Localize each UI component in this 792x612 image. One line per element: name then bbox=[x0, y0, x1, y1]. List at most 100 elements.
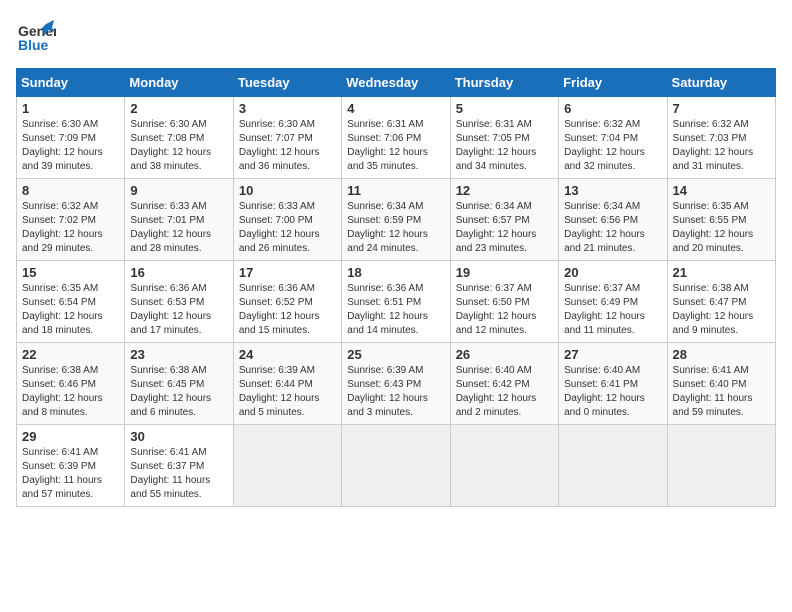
day-info: Sunrise: 6:40 AM Sunset: 6:42 PM Dayligh… bbox=[456, 364, 553, 420]
calendar-cell: 29 Sunrise: 6:41 AM Sunset: 6:39 PM Dayl… bbox=[17, 425, 125, 507]
calendar-cell: 19 Sunrise: 6:37 AM Sunset: 6:50 PM Dayl… bbox=[450, 261, 558, 343]
day-info: Sunrise: 6:40 AM Sunset: 6:41 PM Dayligh… bbox=[564, 364, 661, 420]
day-number: 14 bbox=[673, 183, 770, 198]
day-info: Sunrise: 6:35 AM Sunset: 6:55 PM Dayligh… bbox=[673, 200, 770, 256]
calendar-cell: 14 Sunrise: 6:35 AM Sunset: 6:55 PM Dayl… bbox=[667, 179, 775, 261]
calendar-cell: 24 Sunrise: 6:39 AM Sunset: 6:44 PM Dayl… bbox=[233, 343, 341, 425]
day-number: 21 bbox=[673, 265, 770, 280]
calendar-cell: 11 Sunrise: 6:34 AM Sunset: 6:59 PM Dayl… bbox=[342, 179, 450, 261]
logo-icon: General Blue bbox=[16, 16, 56, 56]
day-number: 2 bbox=[130, 101, 227, 116]
calendar-cell bbox=[667, 425, 775, 507]
logo: General Blue bbox=[16, 16, 56, 56]
day-number: 16 bbox=[130, 265, 227, 280]
day-info: Sunrise: 6:32 AM Sunset: 7:03 PM Dayligh… bbox=[673, 118, 770, 174]
day-info: Sunrise: 6:30 AM Sunset: 7:08 PM Dayligh… bbox=[130, 118, 227, 174]
calendar-header: SundayMondayTuesdayWednesdayThursdayFrid… bbox=[17, 69, 776, 97]
day-number: 20 bbox=[564, 265, 661, 280]
calendar-cell: 17 Sunrise: 6:36 AM Sunset: 6:52 PM Dayl… bbox=[233, 261, 341, 343]
weekday-header: Saturday bbox=[667, 69, 775, 97]
calendar-cell: 9 Sunrise: 6:33 AM Sunset: 7:01 PM Dayli… bbox=[125, 179, 233, 261]
day-number: 17 bbox=[239, 265, 336, 280]
calendar-cell: 18 Sunrise: 6:36 AM Sunset: 6:51 PM Dayl… bbox=[342, 261, 450, 343]
calendar-cell: 25 Sunrise: 6:39 AM Sunset: 6:43 PM Dayl… bbox=[342, 343, 450, 425]
day-info: Sunrise: 6:31 AM Sunset: 7:05 PM Dayligh… bbox=[456, 118, 553, 174]
day-number: 15 bbox=[22, 265, 119, 280]
day-info: Sunrise: 6:33 AM Sunset: 7:00 PM Dayligh… bbox=[239, 200, 336, 256]
day-number: 3 bbox=[239, 101, 336, 116]
day-info: Sunrise: 6:36 AM Sunset: 6:52 PM Dayligh… bbox=[239, 282, 336, 338]
calendar-cell: 30 Sunrise: 6:41 AM Sunset: 6:37 PM Dayl… bbox=[125, 425, 233, 507]
day-number: 27 bbox=[564, 347, 661, 362]
calendar-cell: 5 Sunrise: 6:31 AM Sunset: 7:05 PM Dayli… bbox=[450, 97, 558, 179]
day-number: 1 bbox=[22, 101, 119, 116]
calendar-cell: 7 Sunrise: 6:32 AM Sunset: 7:03 PM Dayli… bbox=[667, 97, 775, 179]
day-info: Sunrise: 6:41 AM Sunset: 6:37 PM Dayligh… bbox=[130, 446, 227, 502]
svg-text:Blue: Blue bbox=[18, 37, 49, 53]
day-info: Sunrise: 6:36 AM Sunset: 6:53 PM Dayligh… bbox=[130, 282, 227, 338]
day-number: 24 bbox=[239, 347, 336, 362]
page-header: General Blue bbox=[16, 16, 776, 56]
day-number: 26 bbox=[456, 347, 553, 362]
calendar-cell: 21 Sunrise: 6:38 AM Sunset: 6:47 PM Dayl… bbox=[667, 261, 775, 343]
weekday-header: Wednesday bbox=[342, 69, 450, 97]
day-info: Sunrise: 6:32 AM Sunset: 7:02 PM Dayligh… bbox=[22, 200, 119, 256]
calendar-cell: 27 Sunrise: 6:40 AM Sunset: 6:41 PM Dayl… bbox=[559, 343, 667, 425]
day-info: Sunrise: 6:37 AM Sunset: 6:50 PM Dayligh… bbox=[456, 282, 553, 338]
day-info: Sunrise: 6:38 AM Sunset: 6:45 PM Dayligh… bbox=[130, 364, 227, 420]
day-number: 5 bbox=[456, 101, 553, 116]
calendar-cell: 23 Sunrise: 6:38 AM Sunset: 6:45 PM Dayl… bbox=[125, 343, 233, 425]
calendar-cell bbox=[559, 425, 667, 507]
day-info: Sunrise: 6:33 AM Sunset: 7:01 PM Dayligh… bbox=[130, 200, 227, 256]
day-number: 19 bbox=[456, 265, 553, 280]
day-info: Sunrise: 6:38 AM Sunset: 6:47 PM Dayligh… bbox=[673, 282, 770, 338]
calendar-cell: 15 Sunrise: 6:35 AM Sunset: 6:54 PM Dayl… bbox=[17, 261, 125, 343]
day-info: Sunrise: 6:35 AM Sunset: 6:54 PM Dayligh… bbox=[22, 282, 119, 338]
day-info: Sunrise: 6:41 AM Sunset: 6:40 PM Dayligh… bbox=[673, 364, 770, 420]
day-info: Sunrise: 6:32 AM Sunset: 7:04 PM Dayligh… bbox=[564, 118, 661, 174]
day-number: 29 bbox=[22, 429, 119, 444]
calendar-cell: 28 Sunrise: 6:41 AM Sunset: 6:40 PM Dayl… bbox=[667, 343, 775, 425]
day-info: Sunrise: 6:37 AM Sunset: 6:49 PM Dayligh… bbox=[564, 282, 661, 338]
day-info: Sunrise: 6:30 AM Sunset: 7:07 PM Dayligh… bbox=[239, 118, 336, 174]
day-number: 12 bbox=[456, 183, 553, 198]
calendar-cell: 12 Sunrise: 6:34 AM Sunset: 6:57 PM Dayl… bbox=[450, 179, 558, 261]
day-info: Sunrise: 6:34 AM Sunset: 6:59 PM Dayligh… bbox=[347, 200, 444, 256]
day-number: 18 bbox=[347, 265, 444, 280]
day-number: 28 bbox=[673, 347, 770, 362]
day-number: 9 bbox=[130, 183, 227, 198]
day-number: 10 bbox=[239, 183, 336, 198]
day-info: Sunrise: 6:39 AM Sunset: 6:43 PM Dayligh… bbox=[347, 364, 444, 420]
calendar-cell: 1 Sunrise: 6:30 AM Sunset: 7:09 PM Dayli… bbox=[17, 97, 125, 179]
weekday-header: Tuesday bbox=[233, 69, 341, 97]
calendar-cell: 8 Sunrise: 6:32 AM Sunset: 7:02 PM Dayli… bbox=[17, 179, 125, 261]
day-info: Sunrise: 6:34 AM Sunset: 6:57 PM Dayligh… bbox=[456, 200, 553, 256]
calendar-cell: 26 Sunrise: 6:40 AM Sunset: 6:42 PM Dayl… bbox=[450, 343, 558, 425]
calendar-cell: 22 Sunrise: 6:38 AM Sunset: 6:46 PM Dayl… bbox=[17, 343, 125, 425]
day-info: Sunrise: 6:41 AM Sunset: 6:39 PM Dayligh… bbox=[22, 446, 119, 502]
weekday-header: Thursday bbox=[450, 69, 558, 97]
day-info: Sunrise: 6:38 AM Sunset: 6:46 PM Dayligh… bbox=[22, 364, 119, 420]
day-info: Sunrise: 6:31 AM Sunset: 7:06 PM Dayligh… bbox=[347, 118, 444, 174]
day-number: 23 bbox=[130, 347, 227, 362]
day-info: Sunrise: 6:39 AM Sunset: 6:44 PM Dayligh… bbox=[239, 364, 336, 420]
calendar-cell bbox=[342, 425, 450, 507]
calendar-cell: 6 Sunrise: 6:32 AM Sunset: 7:04 PM Dayli… bbox=[559, 97, 667, 179]
day-number: 30 bbox=[130, 429, 227, 444]
day-number: 7 bbox=[673, 101, 770, 116]
day-number: 8 bbox=[22, 183, 119, 198]
weekday-header: Friday bbox=[559, 69, 667, 97]
weekday-header: Monday bbox=[125, 69, 233, 97]
calendar-cell bbox=[450, 425, 558, 507]
day-info: Sunrise: 6:34 AM Sunset: 6:56 PM Dayligh… bbox=[564, 200, 661, 256]
day-info: Sunrise: 6:36 AM Sunset: 6:51 PM Dayligh… bbox=[347, 282, 444, 338]
calendar-table: SundayMondayTuesdayWednesdayThursdayFrid… bbox=[16, 68, 776, 507]
calendar-cell: 20 Sunrise: 6:37 AM Sunset: 6:49 PM Dayl… bbox=[559, 261, 667, 343]
day-number: 25 bbox=[347, 347, 444, 362]
calendar-cell: 16 Sunrise: 6:36 AM Sunset: 6:53 PM Dayl… bbox=[125, 261, 233, 343]
calendar-cell: 4 Sunrise: 6:31 AM Sunset: 7:06 PM Dayli… bbox=[342, 97, 450, 179]
day-number: 11 bbox=[347, 183, 444, 198]
day-number: 6 bbox=[564, 101, 661, 116]
calendar-cell: 2 Sunrise: 6:30 AM Sunset: 7:08 PM Dayli… bbox=[125, 97, 233, 179]
day-number: 4 bbox=[347, 101, 444, 116]
